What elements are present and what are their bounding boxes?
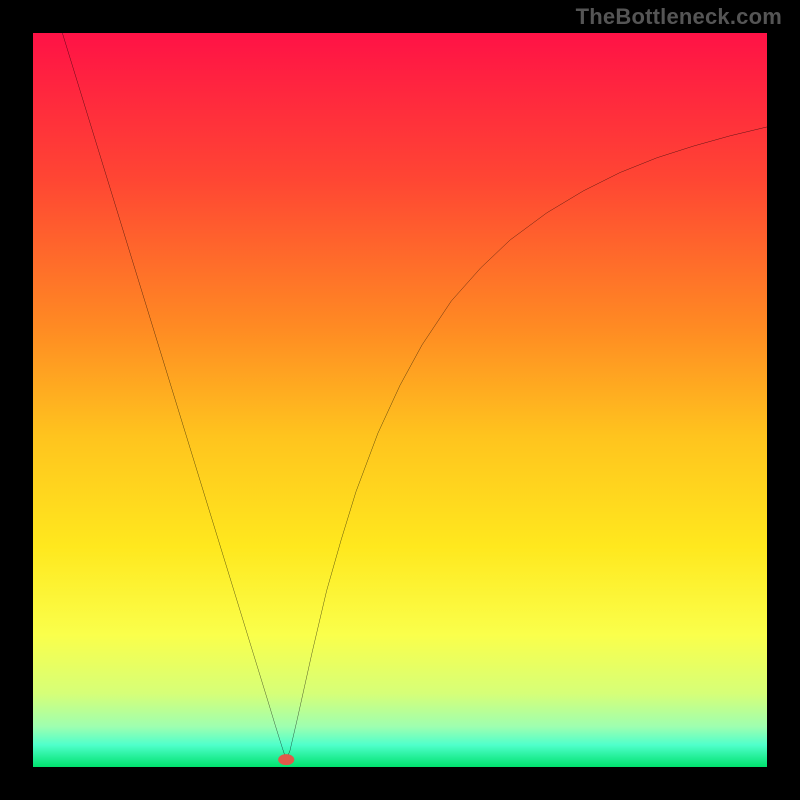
- watermark-text: TheBottleneck.com: [576, 4, 782, 30]
- plot-svg: [33, 33, 767, 767]
- min-point-marker: [278, 754, 294, 765]
- plot-area: [33, 33, 767, 767]
- gradient-rect: [33, 33, 767, 767]
- chart-stage: TheBottleneck.com: [0, 0, 800, 800]
